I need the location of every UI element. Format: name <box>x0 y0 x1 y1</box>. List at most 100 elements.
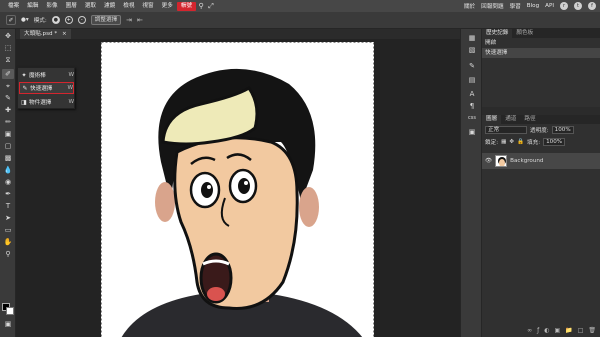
link-layers-icon[interactable]: ∞ <box>527 327 532 334</box>
caricature-image <box>101 42 374 337</box>
brush-tool-icon[interactable]: ✏ <box>2 117 14 127</box>
tab-layers[interactable]: 圖層 <box>482 115 502 124</box>
layer-thumbnail <box>495 155 508 167</box>
gradient-tool-icon[interactable]: ▩ <box>2 153 14 163</box>
css-panel-icon[interactable]: css <box>466 113 478 123</box>
adjust-panel-icon[interactable]: ▤ <box>466 75 478 85</box>
menu-layer[interactable]: 圖層 <box>62 0 81 12</box>
fill-input[interactable]: 100% <box>543 138 566 146</box>
layer-row-background[interactable]: 👁 Background <box>482 153 600 169</box>
history-icon[interactable]: ▦ <box>466 33 478 43</box>
mode-new-button[interactable]: ● <box>51 16 60 24</box>
swatches-icon[interactable]: ▧ <box>466 45 478 55</box>
effects-icon[interactable]: ƒ <box>537 327 539 334</box>
folder-icon[interactable]: 📁 <box>565 327 572 334</box>
arrow-out-icon[interactable]: ⇤ <box>137 16 143 24</box>
move-tool-icon[interactable]: ✥ <box>2 31 14 41</box>
path-select-tool-icon[interactable]: ➤ <box>2 213 14 223</box>
lasso-tool-icon[interactable]: ⧖ <box>2 55 14 65</box>
menu-image[interactable]: 影像 <box>42 0 61 12</box>
quick-select-tool-icon[interactable]: ✐ <box>2 69 14 79</box>
eyedropper-tool-icon[interactable]: ✎ <box>2 93 14 103</box>
new-layer-icon[interactable]: □ <box>578 327 584 334</box>
character-icon[interactable]: A <box>466 89 478 99</box>
close-icon[interactable]: × <box>62 31 67 37</box>
lock-label: 鎖定: <box>485 140 499 146</box>
lock-position-icon[interactable]: ✥ <box>509 139 514 145</box>
arrow-in-icon[interactable]: ⇥ <box>126 16 132 24</box>
visibility-eye-icon[interactable]: 👁 <box>485 158 492 164</box>
magic-wand-icon: ✦ <box>21 71 27 79</box>
blur-tool-icon[interactable]: 💧 <box>2 165 14 175</box>
clone-stamp-tool-icon[interactable]: ▣ <box>2 129 14 139</box>
options-bar: ✐ ●▾ 模式: ● + - 調整選擇 ⇥ ⇤ <box>0 12 600 29</box>
marquee-tool-icon[interactable]: ⬚ <box>2 43 14 53</box>
menu-edit[interactable]: 編輯 <box>23 0 42 12</box>
tab-swatches[interactable]: 顏色板 <box>512 29 537 38</box>
canvas-area[interactable] <box>16 39 460 337</box>
mode-add-button[interactable]: + <box>64 16 73 24</box>
hand-tool-icon[interactable]: ✋ <box>2 237 14 247</box>
menu-about[interactable]: 關於 <box>464 2 475 10</box>
document-tab-title: 大頭貼.psd * <box>24 31 58 37</box>
blend-mode-select[interactable]: 正常 <box>485 126 527 134</box>
menu-account[interactable]: 帳號 <box>176 1 197 11</box>
twitter-icon[interactable]: t <box>574 2 582 10</box>
menu-more[interactable]: 更多 <box>158 0 177 12</box>
flyout-item-quick-select[interactable]: ✎ 快速選擇 W <box>19 82 74 94</box>
healing-tool-icon[interactable]: ✚ <box>2 105 14 115</box>
menu-report-bug[interactable]: 回報問題 <box>481 2 503 10</box>
quick-mask-icon[interactable]: ▣ <box>2 319 14 329</box>
eraser-tool-icon[interactable]: ▢ <box>2 141 14 151</box>
tab-history[interactable]: 歷史記錄 <box>482 29 513 38</box>
menu-select[interactable]: 選取 <box>81 0 100 12</box>
type-tool-icon[interactable]: T <box>2 201 14 211</box>
dodge-tool-icon[interactable]: ◉ <box>2 177 14 187</box>
document-canvas[interactable] <box>101 42 374 337</box>
history-item[interactable]: 快速選擇 <box>482 48 600 58</box>
shape-tool-icon[interactable]: ▭ <box>2 225 14 235</box>
document-tab[interactable]: 大頭貼.psd * × <box>20 29 71 39</box>
left-toolbar: ✥ ⬚ ⧖ ✐ ⌖ ✎ ✚ ✏ ▣ ▢ ▩ 💧 ◉ ✒ T ➤ ▭ ✋ ⚲ ▣ <box>0 29 16 337</box>
flyout-item-object-select[interactable]: ◨ 物件選擇 W <box>19 96 74 108</box>
lock-all-icon[interactable]: 🔒 <box>517 139 524 145</box>
trash-icon[interactable]: 🗑 <box>588 327 596 334</box>
tab-paths[interactable]: 路徑 <box>520 115 539 124</box>
search-icon[interactable]: ⚲ <box>196 2 206 10</box>
mask-icon[interactable]: ▣ <box>555 327 561 334</box>
pen-tool-icon[interactable]: ✒ <box>2 189 14 199</box>
facebook-icon[interactable]: f <box>588 2 596 10</box>
lock-pixels-icon[interactable]: ▦ <box>501 139 506 145</box>
reddit-icon[interactable]: r <box>560 2 568 10</box>
menu-filter[interactable]: 濾鏡 <box>100 0 119 12</box>
fill-label: 填充: <box>527 140 541 146</box>
history-item[interactable]: 開啟 <box>482 38 600 48</box>
mode-label: 模式: <box>33 18 47 24</box>
menu-bar: 檔案 編輯 影像 圖層 選取 濾鏡 檢視 視窗 更多 帳號 ⚲ ⤢ 關於 回報問… <box>0 0 600 12</box>
menu-api[interactable]: API <box>545 3 554 9</box>
fullscreen-icon[interactable]: ⤢ <box>206 2 216 11</box>
menu-blog[interactable]: Blog <box>527 3 539 9</box>
flyout-item-magic-wand[interactable]: ✦ 魔術棒 W <box>19 69 74 81</box>
brush-panel-icon[interactable]: ✎ <box>466 61 478 71</box>
opacity-label: 透明度: <box>530 128 549 134</box>
zoom-tool-icon[interactable]: ⚲ <box>2 249 14 259</box>
flyout-item-shortcut: W <box>68 72 74 78</box>
flyout-item-label: 物件選擇 <box>29 100 52 106</box>
background-color-swatch[interactable] <box>6 307 14 315</box>
tool-preset-icon[interactable]: ✐ <box>6 15 16 25</box>
mode-subtract-button[interactable]: - <box>77 16 86 24</box>
menu-view[interactable]: 檢視 <box>119 0 138 12</box>
history-panel: 歷史記錄 顏色板 開啟 快速選擇 <box>482 29 600 107</box>
paragraph-icon[interactable]: ¶ <box>466 101 478 111</box>
opacity-input[interactable]: 100% <box>551 126 574 134</box>
adjustment-layer-icon[interactable]: ◐ <box>544 327 549 334</box>
menu-window[interactable]: 視窗 <box>138 0 157 12</box>
tab-channels[interactable]: 通道 <box>501 115 520 124</box>
brush-dot-icon[interactable]: ●▾ <box>21 17 29 23</box>
menu-file[interactable]: 檔案 <box>4 0 23 12</box>
refine-edge-button[interactable]: 調整選擇 <box>90 15 122 25</box>
crop-tool-icon[interactable]: ⌖ <box>2 81 14 91</box>
image-panel-icon[interactable]: ▣ <box>466 127 478 137</box>
menu-learn[interactable]: 學習 <box>510 2 521 10</box>
